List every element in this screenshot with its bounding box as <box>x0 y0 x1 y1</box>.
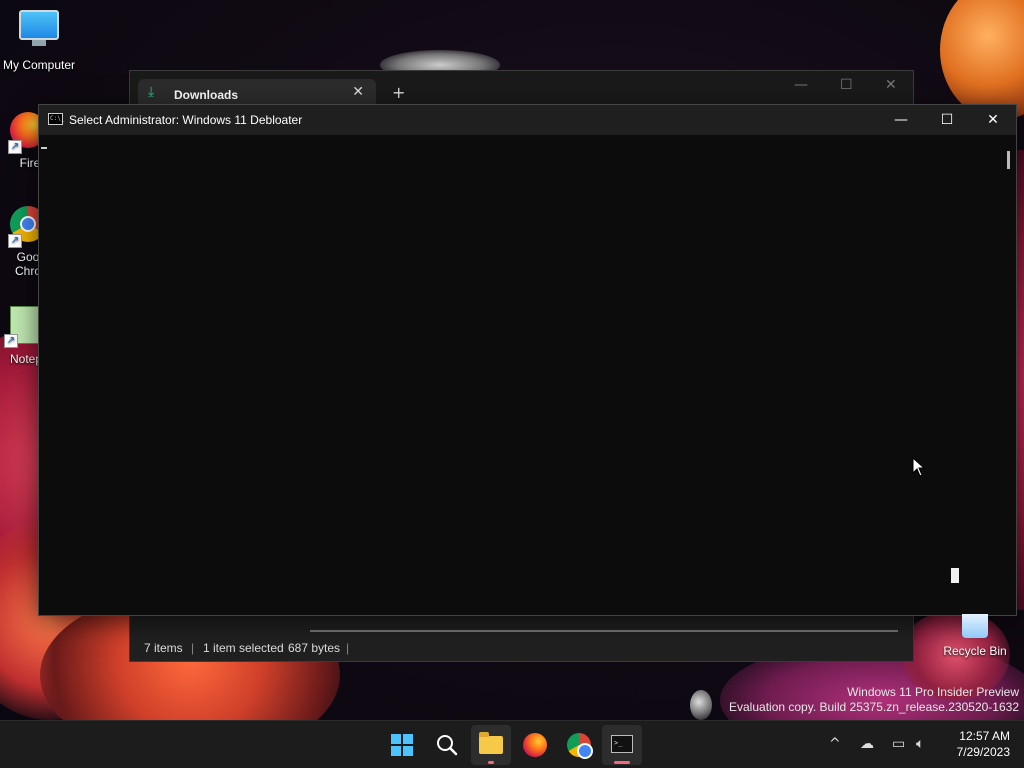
taskbar-firefox[interactable] <box>515 725 555 765</box>
tab-label: Downloads <box>174 88 239 102</box>
status-divider: | <box>191 641 195 655</box>
maximize-button[interactable]: ☐ <box>840 77 853 93</box>
chrome-icon <box>567 733 593 759</box>
folder-icon <box>479 732 503 754</box>
watermark-line: Evaluation copy. Build 25375.zn_release.… <box>729 700 1019 714</box>
monitor-icon <box>19 10 59 50</box>
new-tab-button[interactable]: + <box>392 83 405 102</box>
start-button[interactable] <box>382 725 422 765</box>
clock-time: 12:57 AM <box>959 729 1010 743</box>
console-output[interactable] <box>39 135 1016 615</box>
status-selected: 1 item selected <box>203 641 284 655</box>
close-button[interactable]: ✕ <box>885 77 897 93</box>
shortcut-arrow-icon: ↗ <box>8 140 22 154</box>
status-size: 687 bytes <box>288 641 341 655</box>
console-window[interactable]: C:\_ Select Administrator: Windows 11 De… <box>38 104 1017 616</box>
desktop-icon-label: Recycle Bin <box>943 644 1007 658</box>
taskbar-chrome[interactable] <box>559 725 599 765</box>
vertical-scrollbar[interactable] <box>1007 151 1010 169</box>
watermark-line: Windows 11 Pro Insider Preview <box>847 685 1019 699</box>
explorer-tab-bar: ⤓ Downloads ✕ + — ☐ ✕ <box>130 71 913 107</box>
shortcut-arrow-icon: ↗ <box>4 334 18 348</box>
clock-date: 7/29/2023 <box>956 745 1010 759</box>
desktop-icon-label: My Computer <box>2 58 76 72</box>
status-item-count: 7 items <box>144 641 183 655</box>
taskbar-terminal[interactable]: >_ <box>602 725 642 765</box>
search-button[interactable] <box>427 725 467 765</box>
download-icon: ⤓ <box>148 84 155 100</box>
system-clock[interactable]: 12:57 AM 7/29/2023 <box>940 728 1010 760</box>
chevron-up-icon[interactable]: ^ <box>829 721 841 767</box>
terminal-icon: >_ <box>611 735 633 753</box>
cloud-offline-icon[interactable]: ☁ <box>860 721 874 767</box>
taskbar-file-explorer[interactable] <box>471 725 511 765</box>
close-button[interactable]: ✕ <box>970 105 1016 135</box>
console-title-bar[interactable]: C:\_ Select Administrator: Windows 11 De… <box>39 105 1016 135</box>
maximize-button[interactable]: ☐ <box>924 105 970 135</box>
horizontal-scrollbar[interactable] <box>310 630 898 632</box>
close-tab-icon[interactable]: ✕ <box>352 84 364 100</box>
network-icon[interactable]: ▭ <box>892 721 905 767</box>
status-divider: | <box>346 641 350 655</box>
minimize-button[interactable]: — <box>878 105 924 135</box>
running-indicator <box>614 761 630 764</box>
search-icon <box>437 735 458 756</box>
shortcut-arrow-icon: ↗ <box>8 234 22 248</box>
taskbar: >_ ^ ☁ ▭ 🔈︎ 12:57 AM 7/29/2023 <box>0 720 1024 768</box>
desktop-icon-my-computer[interactable]: My Computer <box>0 10 78 72</box>
recycle-bin-icon <box>962 614 988 638</box>
firefox-icon <box>523 733 547 757</box>
running-indicator <box>488 761 494 764</box>
minimize-button[interactable]: — <box>794 77 808 93</box>
windows-logo-icon <box>391 734 413 756</box>
window-title: Select Administrator: Windows 11 Debloat… <box>69 113 303 127</box>
volume-icon[interactable]: 🔈︎ <box>916 721 924 767</box>
desktop-icon-recycle-bin[interactable]: Recycle Bin <box>940 614 1010 658</box>
console-icon: C:\_ <box>48 113 64 125</box>
text-cursor <box>41 147 47 149</box>
tab-downloads[interactable]: ⤓ Downloads ✕ <box>138 79 376 107</box>
explorer-status-bar: 7 items | 1 item selected 687 bytes | <box>130 633 913 661</box>
block-cursor <box>951 568 959 583</box>
evaluation-watermark: Windows 11 Pro Insider Preview Evaluatio… <box>729 685 1019 715</box>
